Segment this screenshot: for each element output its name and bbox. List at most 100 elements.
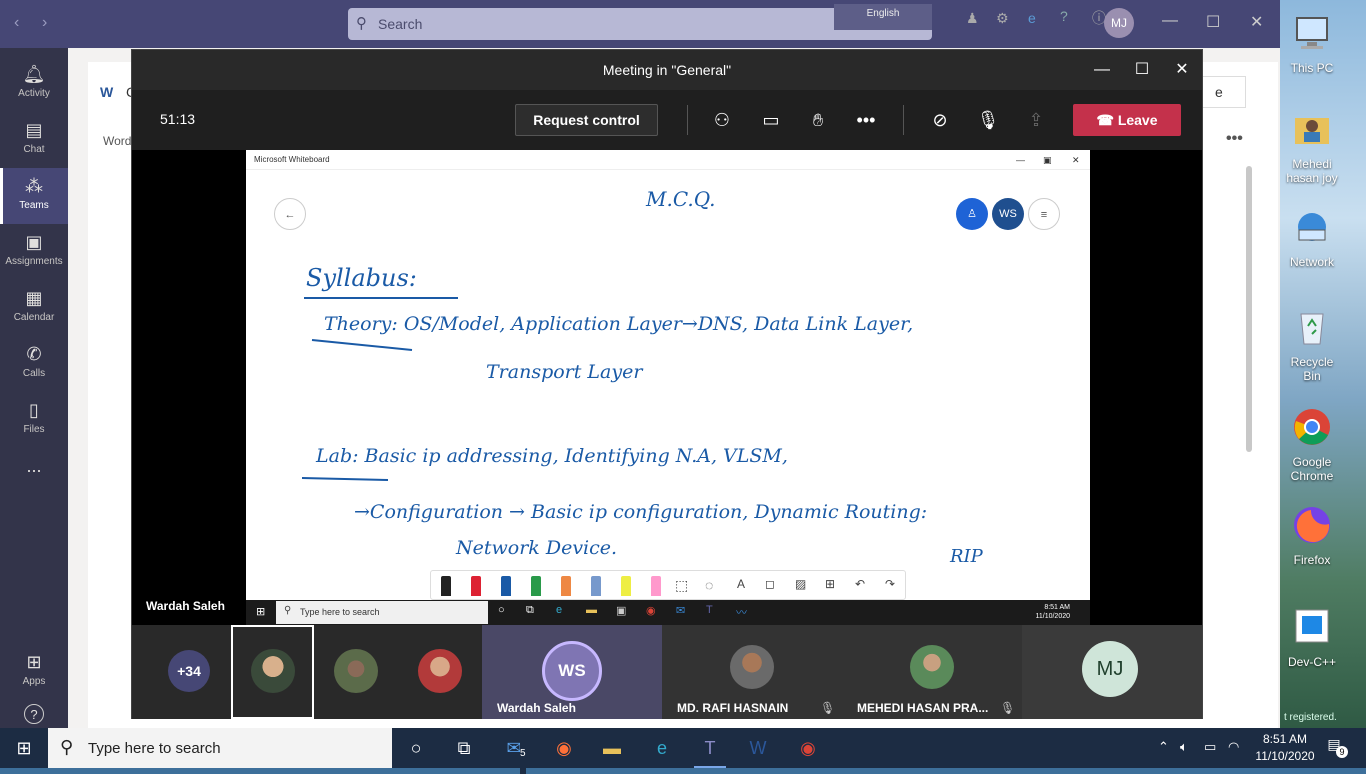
rail-item-teams[interactable]: ⁂ Teams (0, 168, 68, 224)
chrome-icon[interactable]: ◉ (784, 728, 832, 768)
rail-item-files[interactable]: ▯ Files (0, 392, 68, 448)
rail-item-chat[interactable]: ▤ Chat (0, 112, 68, 168)
note-icon[interactable]: ◻ (765, 577, 775, 591)
request-control-button[interactable]: Request control (515, 104, 658, 136)
desktop-icon-recycle-bin[interactable]: Recycle Bin (1283, 306, 1341, 383)
rail-item-more[interactable]: ... (0, 448, 68, 504)
wifi-icon[interactable]: ◠ (1228, 739, 1239, 755)
side-button[interactable]: e (1202, 76, 1246, 108)
taskbar-clock[interactable]: 8:51 AM 11/10/2020 (1252, 731, 1318, 765)
undo-icon[interactable]: ↶ (855, 577, 865, 591)
maximize-icon[interactable]: ▣ (1043, 150, 1052, 170)
cortana-icon[interactable]: ○ (392, 728, 440, 768)
firefox-icon[interactable]: ◉ (540, 728, 588, 768)
desktop-icon-chrome[interactable]: Google Chrome (1283, 406, 1341, 483)
close-icon[interactable]: ✕ (1162, 50, 1202, 90)
rail-item-calls[interactable]: ✆ Calls (0, 336, 68, 392)
participant-tile[interactable]: MJ (1022, 625, 1202, 719)
ruler-icon[interactable]: ⬚ (675, 577, 688, 594)
desktop-icon-network[interactable]: Network (1283, 206, 1341, 269)
participant-tile[interactable]: MD. RAFI HASNAIN 🎙︎ (662, 625, 842, 719)
minimize-icon[interactable]: — (1016, 150, 1025, 170)
close-icon[interactable]: ✕ (1250, 12, 1263, 32)
edge-icon[interactable]: e (638, 728, 686, 768)
windows-start-icon[interactable]: ⊞ (0, 728, 48, 768)
share-tray-icon[interactable]: ⇪ (1022, 108, 1050, 132)
file-explorer-icon[interactable]: ▬ (588, 728, 636, 768)
app-rail: 🔔︎ Activity ▤ Chat ⁂ Teams ▣ Assignments… (0, 48, 68, 728)
rail-item-assignments[interactable]: ▣ Assignments (0, 224, 68, 280)
participants-icon[interactable]: ⚇ (708, 108, 736, 132)
text-icon[interactable]: A (737, 577, 745, 591)
participant-tile-selected[interactable] (231, 625, 314, 719)
rail-item-apps[interactable]: ⊞ Apps (0, 644, 68, 700)
avatar[interactable]: MJ (1104, 8, 1134, 38)
whiteboard-toolbar: ⬚ ◌ A ◻ ▨ ⊞ ↶ ↷ (430, 570, 906, 600)
close-icon[interactable]: ✕ (1072, 150, 1080, 170)
taskview-icon[interactable]: ⧉ (440, 728, 488, 768)
desktop-icon-devcpp[interactable]: Dev-C++ (1283, 606, 1341, 669)
highlighter-tool[interactable] (621, 576, 631, 596)
desktop-icon-this-pc[interactable]: This PC (1283, 12, 1341, 75)
pen-tool[interactable] (471, 576, 481, 596)
maximize-icon[interactable]: ☐ (1206, 12, 1220, 32)
whiteboard-window[interactable]: Microsoft Whiteboard — ▣ ✕ ← ♙ WS ≡ M.C.… (246, 150, 1090, 625)
word-label: Word (103, 134, 132, 148)
rail-item-calendar[interactable]: ▦ Calendar (0, 280, 68, 336)
notifications-icon[interactable]: ▤ 9 (1322, 736, 1348, 760)
mic-off-icon[interactable]: 🎙︎ (974, 108, 1002, 132)
desktop-icon-user-folder[interactable]: Mehedi hasan joy (1283, 108, 1341, 185)
language-chip[interactable]: English (834, 4, 932, 30)
watermark-text: t registered. (1284, 712, 1337, 723)
camera-off-icon[interactable]: ⊘ (926, 108, 954, 132)
mail-badge: 5 (520, 734, 526, 774)
ink-line: RIP (949, 546, 984, 567)
chrome-icon: ◉ (646, 605, 656, 617)
participant-photo[interactable] (334, 649, 378, 693)
image-icon[interactable]: ▨ (795, 577, 806, 591)
rail-item-help[interactable]: ? (0, 700, 68, 728)
tray-chevron-icon[interactable]: ⌃ (1158, 739, 1169, 755)
chrome-icon (1294, 409, 1330, 445)
raise-hand-icon[interactable]: ✋︎ (804, 108, 832, 132)
mail-icon[interactable]: ✉ 5 (490, 728, 538, 774)
leave-button[interactable]: ☎ Leave (1073, 104, 1181, 136)
maximize-icon[interactable]: ☐ (1122, 50, 1162, 90)
pen-tool[interactable] (531, 576, 541, 596)
volume-icon[interactable]: 🔈︎ (1180, 739, 1188, 755)
teams-icon[interactable]: T (686, 728, 734, 768)
more-options-icon[interactable]: ••• (1226, 130, 1243, 148)
taskbar-search-input[interactable]: ⚲ Type here to search (48, 728, 392, 768)
folder-icon: ▬ (586, 604, 597, 616)
redo-icon[interactable]: ↷ (885, 577, 895, 591)
back-arrow-icon[interactable]: ‹ (14, 14, 19, 32)
meeting-title-bar: Meeting in "General" — ☐ ✕ (132, 50, 1202, 90)
scrollbar[interactable] (1246, 166, 1252, 452)
rail-item-activity[interactable]: 🔔︎ Activity (0, 56, 68, 112)
word-icon[interactable]: W (734, 728, 782, 768)
participant-tile[interactable]: WS Wardah Saleh (482, 625, 662, 719)
participant-tile[interactable]: MEHEDI HASAN PRA... 🎙︎ (842, 625, 1022, 719)
participant-photo[interactable] (418, 649, 462, 693)
minimize-icon[interactable]: — (1162, 12, 1178, 30)
minimize-icon[interactable]: — (1082, 50, 1122, 90)
phone-icon: ✆ (26, 344, 42, 364)
battery-icon[interactable]: ▭ (1204, 739, 1216, 755)
pen-tool-selected[interactable] (501, 576, 511, 596)
store-icon: ▣ (616, 605, 627, 617)
desktop-icon-label: Network (1289, 255, 1334, 269)
more-actions-icon[interactable]: ••• (852, 108, 880, 132)
pen-tool[interactable] (591, 576, 601, 596)
whiteboard-icon: 〰 (736, 607, 747, 619)
forward-arrow-icon[interactable]: › (42, 14, 47, 32)
add-icon[interactable]: ⊞ (825, 577, 835, 591)
desktop-icon-label: Google Chrome (1290, 455, 1334, 483)
ink-line: Theory: OS/Model, Application Layer→DNS,… (324, 313, 913, 335)
overflow-participants-button[interactable]: +34 (168, 650, 210, 692)
desktop-icon-firefox[interactable]: Firefox (1283, 504, 1341, 567)
pen-tool[interactable] (441, 576, 451, 596)
eraser-tool[interactable] (651, 576, 661, 596)
chat-icon[interactable]: ▭ (757, 108, 785, 132)
pen-tool[interactable] (561, 576, 571, 596)
lasso-icon[interactable]: ◌ (705, 577, 713, 593)
